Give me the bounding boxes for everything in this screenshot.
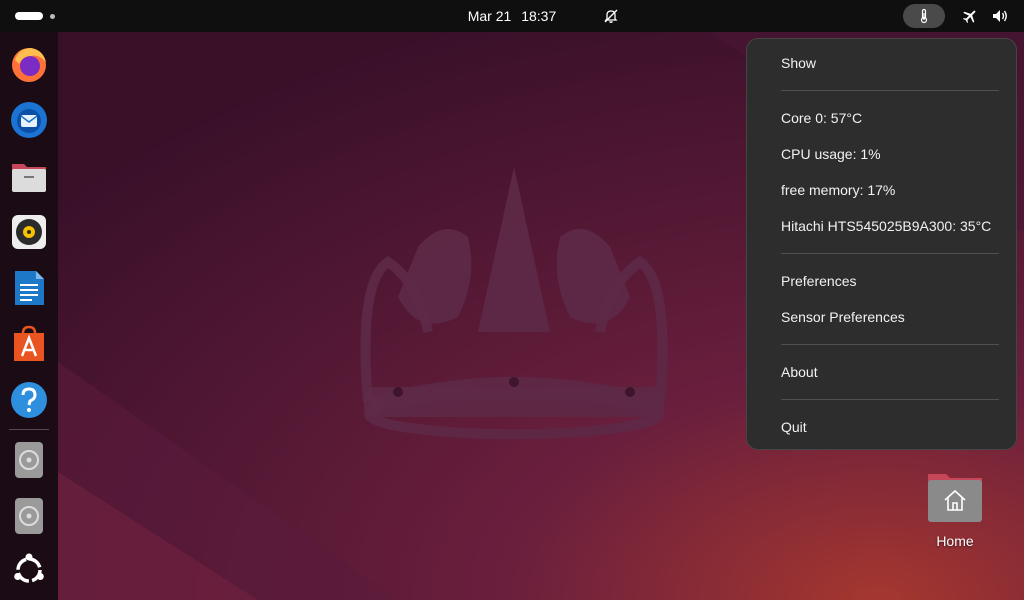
menu-item-free-memory[interactable]: free memory: 17% [781, 182, 895, 198]
home-folder-label[interactable]: Home [915, 533, 995, 549]
clock-button[interactable]: Mar 21 18:37 [0, 0, 1024, 32]
thermometer-icon [920, 8, 928, 24]
menu-separator [781, 90, 999, 91]
home-folder-icon[interactable] [926, 470, 984, 524]
rhythmbox-icon[interactable] [9, 212, 49, 252]
menu-item-show[interactable]: Show [781, 55, 816, 71]
menu-item-sensor-preferences[interactable]: Sensor Preferences [781, 309, 905, 325]
help-icon[interactable] [9, 380, 49, 420]
date-label: Mar 21 [467, 8, 512, 24]
dock [0, 32, 58, 600]
airplane-mode-icon[interactable] [962, 8, 978, 24]
files-icon[interactable] [9, 156, 49, 196]
disc-icon[interactable] [9, 496, 49, 536]
thunderbird-icon[interactable] [9, 100, 49, 140]
disc-icon[interactable] [9, 440, 49, 480]
time-label: 18:37 [521, 8, 557, 24]
menu-item-quit[interactable]: Quit [781, 419, 807, 435]
menu-separator [781, 399, 999, 400]
dock-separator [9, 429, 49, 430]
sensors-menu: Show Core 0: 57°C CPU usage: 1% free mem… [746, 38, 1017, 450]
bell-off-icon [604, 9, 618, 23]
top-bar: Mar 21 18:37 [0, 0, 1024, 32]
menu-item-core0[interactable]: Core 0: 57°C [781, 110, 862, 126]
app-center-icon[interactable] [9, 324, 49, 364]
show-apps-icon[interactable] [9, 550, 49, 590]
menu-item-preferences[interactable]: Preferences [781, 273, 856, 289]
menu-separator [781, 253, 999, 254]
libreoffice-writer-icon[interactable] [9, 268, 49, 308]
menu-item-cpu-usage[interactable]: CPU usage: 1% [781, 146, 881, 162]
sensors-indicator-button[interactable] [903, 4, 945, 28]
volume-icon[interactable] [991, 8, 1009, 24]
menu-item-about[interactable]: About [781, 364, 818, 380]
menu-item-disk-temp[interactable]: Hitachi HTS545025B9A300: 35°C [781, 218, 991, 234]
firefox-icon[interactable] [9, 44, 49, 84]
menu-separator [781, 344, 999, 345]
